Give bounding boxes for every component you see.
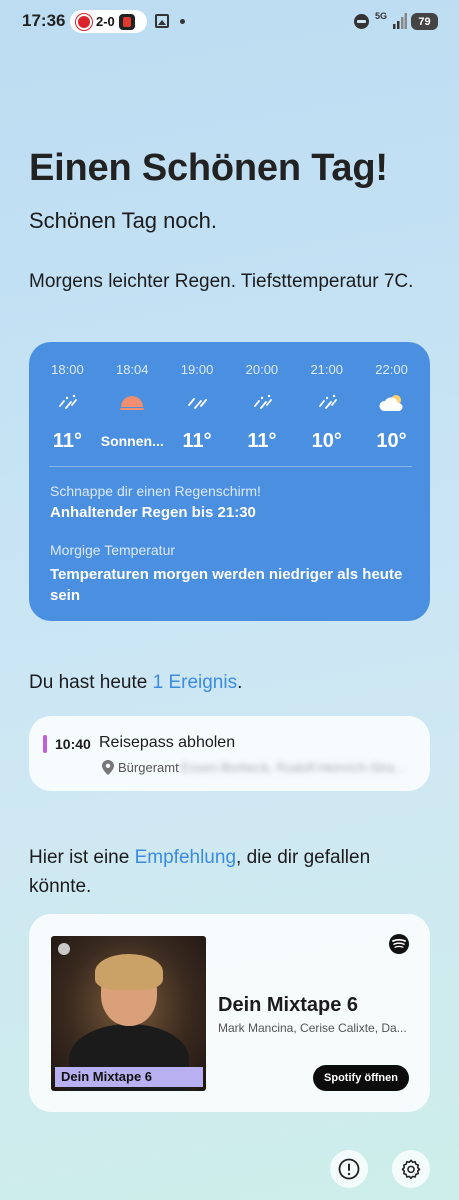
battery-indicator: 79 — [411, 13, 438, 30]
greeting-subtitle: Schönen Tag noch. — [29, 208, 217, 233]
location-pin-icon — [102, 760, 114, 775]
umbrella-tip-label: Schnappe dir einen Regenschirm! — [50, 483, 261, 499]
forecast-time: 22:00 — [375, 362, 408, 377]
live-score-pill[interactable]: 2-0 — [70, 10, 147, 33]
status-time: 17:36 — [22, 11, 66, 30]
weather-summary: Morgens leichter Regen. Tiefsttemperatur… — [29, 271, 414, 292]
events-count-link[interactable]: 1 Ereignis — [153, 672, 238, 693]
event-color-bar — [43, 735, 47, 753]
forecast-hour: 22:00 10° — [359, 342, 424, 467]
divider — [49, 466, 412, 467]
cloud-icon — [379, 395, 403, 411]
recommendation-intro-prefix: Hier ist eine — [29, 847, 135, 868]
open-spotify-button[interactable]: Spotify öffnen — [313, 1065, 409, 1091]
forecast-temp: Sonnen... — [100, 433, 164, 449]
event-location: Bürgeramt — [118, 760, 179, 775]
cover-label: Dein Mixtape 6 — [55, 1067, 203, 1087]
spotify-recommendation-card[interactable]: Dein Mixtape 6 Dein Mixtape 6 Mark Manci… — [29, 914, 430, 1112]
forecast-temp: 11° — [182, 430, 212, 452]
forecast-hour: 19:00 11° — [165, 342, 230, 467]
forecast-hour: 18:04 Sonnen... — [100, 342, 165, 467]
rain-icon — [318, 394, 337, 409]
tomorrow-temp-label: Morgige Temperatur — [50, 542, 176, 558]
playlist-title: Dein Mixtape 6 — [218, 994, 359, 1016]
battery-level: 79 — [418, 15, 431, 28]
forecast-hour: 21:00 10° — [294, 342, 359, 467]
rain-icon — [188, 398, 207, 409]
settings-button[interactable] — [392, 1150, 430, 1188]
forecast-temp: 10° — [311, 430, 342, 452]
forecast-time: 21:00 — [310, 362, 343, 377]
signal-strength-icon — [393, 13, 407, 29]
forecast-hour: 18:00 11° — [35, 342, 100, 467]
forecast-time: 18:04 — [115, 362, 149, 377]
team-home-crest-icon — [76, 13, 92, 30]
event-time: 10:40 — [55, 736, 91, 752]
tomorrow-temp-value: Temperaturen morgen werden niedriger als… — [50, 566, 403, 604]
forecast-temp: 11° — [247, 430, 277, 452]
events-intro-suffix: . — [237, 672, 243, 693]
rain-icon — [253, 394, 272, 409]
hourly-forecast: 18:00 11° 18:04 Sonnen... 19:00 11° 20:0… — [35, 342, 424, 467]
spotify-icon — [389, 934, 409, 954]
recommendation-link[interactable]: Empfehlung — [135, 847, 236, 868]
live-score: 2-0 — [96, 14, 115, 29]
do-not-disturb-icon — [354, 14, 369, 29]
more-notifications-dot-icon — [180, 19, 185, 24]
playlist-artists: Mark Mancina, Cerise Calixte, Da... — [218, 1021, 407, 1035]
forecast-time: 18:00 — [51, 362, 84, 377]
status-bar: 17:36 2-0 5G 79 — [0, 0, 459, 44]
sunset-icon — [120, 396, 145, 410]
alert-icon — [338, 1158, 360, 1180]
rain-icon — [59, 394, 78, 409]
events-intro: Du hast heute 1 Ereignis. — [29, 672, 242, 694]
gallery-notification-icon — [155, 14, 169, 28]
event-title: Reisepass abholen — [99, 734, 236, 751]
forecast-hour: 20:00 11° — [229, 342, 294, 467]
feedback-button[interactable] — [330, 1150, 368, 1188]
cover-person-hair — [95, 954, 163, 990]
event-card[interactable]: 10:40 Reisepass abholen Bürgeramt Essen-… — [29, 716, 430, 791]
gear-icon — [401, 1159, 421, 1180]
playlist-cover[interactable]: Dein Mixtape 6 — [51, 936, 206, 1091]
event-location-detail: Essen-Borbeck, Rudolf-Heinrich-Stra... — [181, 760, 405, 775]
forecast-temp: 11° — [52, 430, 82, 452]
events-intro-prefix: Du hast heute — [29, 672, 153, 693]
network-type: 5G — [375, 11, 388, 21]
recommendation-intro: Hier ist eine Empfehlung, die dir gefall… — [29, 843, 429, 901]
forecast-temp: 10° — [376, 430, 407, 452]
forecast-time: 20:00 — [245, 362, 279, 377]
team-away-crest-icon — [118, 13, 135, 30]
umbrella-tip-value: Anhaltender Regen bis 21:30 — [50, 504, 256, 521]
forecast-time: 19:00 — [180, 362, 214, 377]
page-title: Einen Schönen Tag! — [29, 147, 388, 189]
cover-spotify-icon — [58, 943, 70, 955]
weather-card[interactable]: 18:00 11° 18:04 Sonnen... 19:00 11° 20:0… — [29, 342, 430, 621]
